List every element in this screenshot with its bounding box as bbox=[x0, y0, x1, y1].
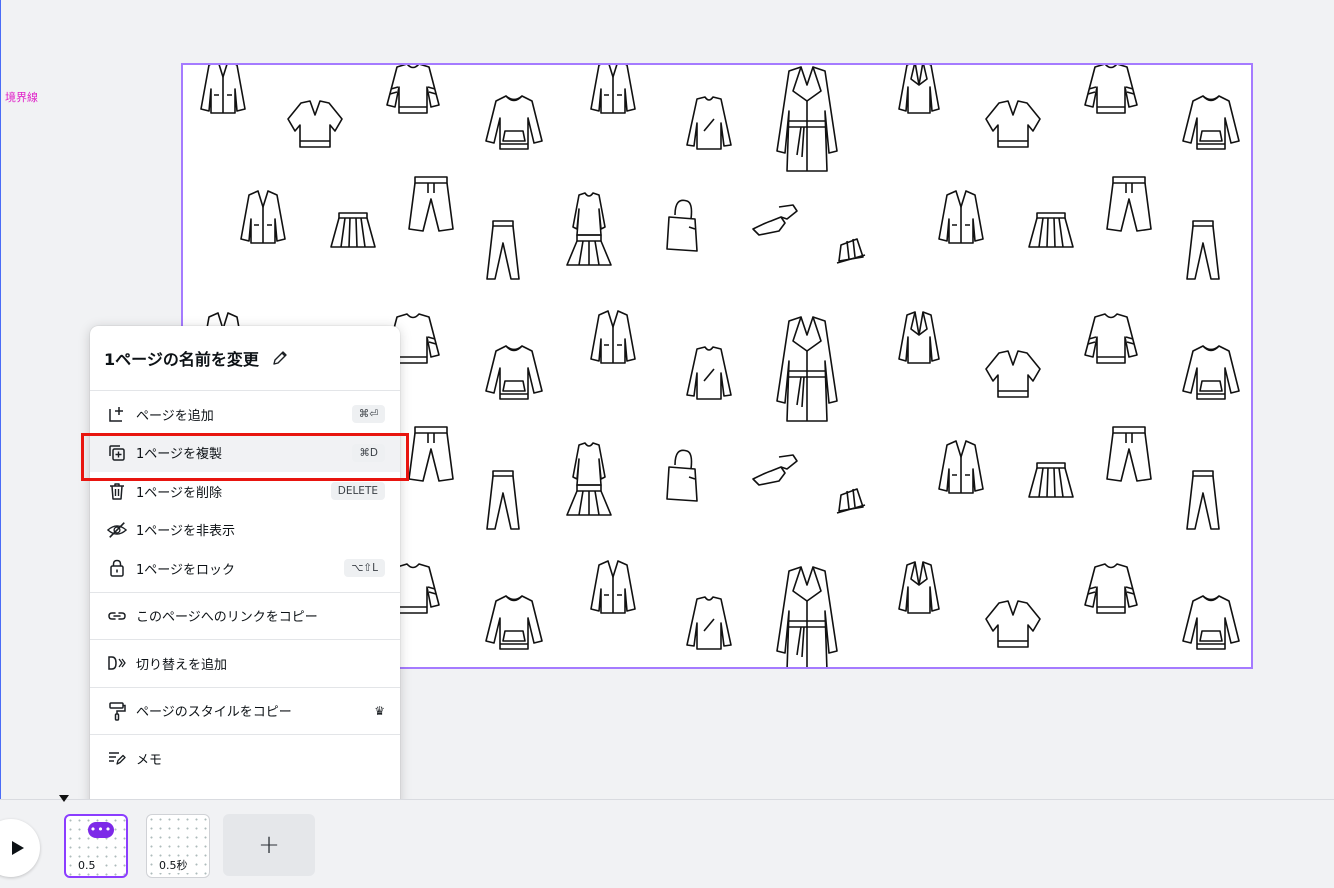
guide-label: 境界線 bbox=[5, 91, 38, 104]
duplicate-page-label: 1ページを複製 bbox=[136, 447, 223, 463]
menu-pointer-icon bbox=[59, 795, 69, 802]
paint-roller-icon bbox=[107, 701, 127, 721]
menu-section-style: ページのスタイルをコピー ♛ bbox=[90, 688, 400, 735]
transition-icon bbox=[107, 653, 127, 673]
page-thumbnail-2[interactable]: 0.5秒 bbox=[146, 814, 210, 878]
play-button[interactable] bbox=[0, 819, 40, 877]
page-thumbnail-1[interactable]: ••• 0.5 bbox=[64, 814, 128, 878]
more-options-button[interactable]: ••• bbox=[88, 822, 114, 838]
hide-page-menu-item[interactable]: 1ページを非表示 bbox=[90, 511, 400, 550]
hide-eye-icon bbox=[107, 520, 127, 540]
lock-page-shortcut: ⌥⇧L bbox=[344, 559, 385, 578]
trash-icon bbox=[107, 481, 127, 501]
add-page-icon bbox=[107, 404, 127, 424]
menu-section-transition: 切り替えを追加 bbox=[90, 640, 400, 688]
rename-page-title: 1ページの名前を変更 bbox=[104, 350, 259, 369]
notes-label: メモ bbox=[136, 752, 163, 768]
delete-page-shortcut: DELETE bbox=[330, 482, 385, 501]
page-filmstrip: ••• 0.5 0.5秒 + bbox=[0, 799, 1334, 888]
menu-section-link: このページへのリンクをコピー bbox=[90, 593, 400, 640]
add-page-label: ページを追加 bbox=[136, 408, 214, 424]
menu-section-page-actions: ページを追加 ⌘⏎ 1ページを複製 ⌘D 1ページを削除 DELETE 1ページ… bbox=[90, 391, 400, 593]
page-context-menu: 1ページの名前を変更 ページを追加 ⌘⏎ 1ページを複製 ⌘D 1ページを削除 … bbox=[90, 326, 400, 814]
notes-menu-item[interactable]: メモ bbox=[90, 739, 400, 778]
hide-page-label: 1ページを非表示 bbox=[136, 524, 236, 540]
pencil-icon[interactable] bbox=[271, 349, 289, 367]
copy-page-link-menu-item[interactable]: このページへのリンクをコピー bbox=[90, 597, 400, 636]
link-icon bbox=[107, 606, 127, 626]
page-duration: 0.5秒 bbox=[155, 857, 192, 873]
add-transition-label: 切り替えを追加 bbox=[136, 657, 228, 673]
page-duration: 0.5 bbox=[74, 859, 100, 872]
copy-page-style-label: ページのスタイルをコピー bbox=[136, 705, 292, 721]
duplicate-page-icon bbox=[107, 443, 127, 463]
copy-page-style-menu-item[interactable]: ページのスタイルをコピー ♛ bbox=[90, 692, 400, 731]
notes-icon bbox=[107, 748, 127, 768]
delete-page-menu-item[interactable]: 1ページを削除 DELETE bbox=[90, 472, 400, 511]
lock-page-menu-item[interactable]: 1ページをロック ⌥⇧L bbox=[90, 549, 400, 588]
lock-icon bbox=[107, 558, 127, 578]
add-page-shortcut: ⌘⏎ bbox=[351, 405, 385, 424]
duplicate-page-shortcut: ⌘D bbox=[352, 443, 385, 462]
add-page-menu-item[interactable]: ページを追加 ⌘⏎ bbox=[90, 395, 400, 434]
add-transition-menu-item[interactable]: 切り替えを追加 bbox=[90, 644, 400, 683]
add-page-button[interactable]: + bbox=[223, 814, 315, 876]
lock-page-label: 1ページをロック bbox=[136, 562, 236, 578]
duplicate-page-menu-item[interactable]: 1ページを複製 ⌘D bbox=[90, 433, 400, 472]
play-icon bbox=[12, 841, 24, 855]
menu-section-notes: メモ bbox=[90, 735, 400, 782]
crown-icon: ♛ bbox=[374, 703, 385, 718]
rename-page-header[interactable]: 1ページの名前を変更 bbox=[90, 326, 400, 391]
left-edge-guide bbox=[0, 0, 1, 800]
copy-page-link-label: このページへのリンクをコピー bbox=[136, 610, 318, 626]
delete-page-label: 1ページを削除 bbox=[136, 485, 223, 501]
